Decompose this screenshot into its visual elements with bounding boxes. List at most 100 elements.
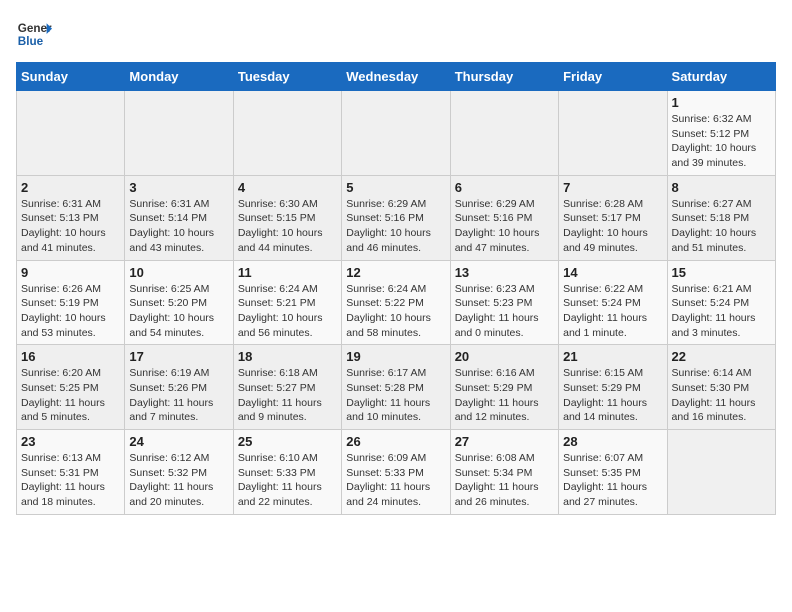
calendar-cell: 9 Sunrise: 6:26 AM Sunset: 5:19 PM Daylig… [17,260,125,345]
day-number: 16 [21,349,120,364]
day-number: 5 [346,180,445,195]
day-info: Sunrise: 6:12 AM Sunset: 5:32 PM Dayligh… [129,451,228,510]
day-number: 10 [129,265,228,280]
day-info: Sunrise: 6:29 AM Sunset: 5:16 PM Dayligh… [346,197,445,256]
calendar-cell: 23 Sunrise: 6:13 AM Sunset: 5:31 PM Dayli… [17,430,125,515]
calendar-cell [233,91,341,176]
logo: General Blue [16,16,52,52]
day-info: Sunrise: 6:19 AM Sunset: 5:26 PM Dayligh… [129,366,228,425]
day-info: Sunrise: 6:20 AM Sunset: 5:25 PM Dayligh… [21,366,120,425]
day-info: Sunrise: 6:09 AM Sunset: 5:33 PM Dayligh… [346,451,445,510]
day-number: 14 [563,265,662,280]
day-info: Sunrise: 6:28 AM Sunset: 5:17 PM Dayligh… [563,197,662,256]
day-info: Sunrise: 6:31 AM Sunset: 5:14 PM Dayligh… [129,197,228,256]
day-number: 12 [346,265,445,280]
calendar-cell [342,91,450,176]
day-info: Sunrise: 6:22 AM Sunset: 5:24 PM Dayligh… [563,282,662,341]
day-info: Sunrise: 6:17 AM Sunset: 5:28 PM Dayligh… [346,366,445,425]
day-number: 11 [238,265,337,280]
day-number: 18 [238,349,337,364]
calendar-week-1: 2Sunrise: 6:31 AM Sunset: 5:13 PM Daylig… [17,175,776,260]
weekday-header-tuesday: Tuesday [233,63,341,91]
calendar-cell: 24 Sunrise: 6:12 AM Sunset: 5:32 PM Dayli… [125,430,233,515]
day-number: 2 [21,180,120,195]
day-info: Sunrise: 6:13 AM Sunset: 5:31 PM Dayligh… [21,451,120,510]
day-number: 9 [21,265,120,280]
calendar-cell: 6 Sunrise: 6:29 AM Sunset: 5:16 PM Daylig… [450,175,558,260]
calendar-cell: 26 Sunrise: 6:09 AM Sunset: 5:33 PM Dayli… [342,430,450,515]
calendar-table: SundayMondayTuesdayWednesdayThursdayFrid… [16,62,776,515]
calendar-week-4: 23 Sunrise: 6:13 AM Sunset: 5:31 PM Dayli… [17,430,776,515]
day-number: 20 [455,349,554,364]
calendar-cell: 7Sunrise: 6:28 AM Sunset: 5:17 PM Daylig… [559,175,667,260]
day-number: 21 [563,349,662,364]
calendar-cell: 2Sunrise: 6:31 AM Sunset: 5:13 PM Daylig… [17,175,125,260]
calendar-cell [17,91,125,176]
calendar-cell: 5 Sunrise: 6:29 AM Sunset: 5:16 PM Daylig… [342,175,450,260]
page-header: General Blue [16,16,776,52]
calendar-cell: 3 Sunrise: 6:31 AM Sunset: 5:14 PM Daylig… [125,175,233,260]
calendar-cell: 12 Sunrise: 6:24 AM Sunset: 5:22 PM Dayli… [342,260,450,345]
weekday-header-friday: Friday [559,63,667,91]
calendar-week-3: 16 Sunrise: 6:20 AM Sunset: 5:25 PM Dayli… [17,345,776,430]
day-number: 6 [455,180,554,195]
day-info: Sunrise: 6:08 AM Sunset: 5:34 PM Dayligh… [455,451,554,510]
calendar-cell: 25 Sunrise: 6:10 AM Sunset: 5:33 PM Dayli… [233,430,341,515]
calendar-cell [450,91,558,176]
day-info: Sunrise: 6:30 AM Sunset: 5:15 PM Dayligh… [238,197,337,256]
day-info: Sunrise: 6:15 AM Sunset: 5:29 PM Dayligh… [563,366,662,425]
calendar-header: SundayMondayTuesdayWednesdayThursdayFrid… [17,63,776,91]
calendar-cell: 1Sunrise: 6:32 AM Sunset: 5:12 PM Daylig… [667,91,775,176]
day-number: 17 [129,349,228,364]
day-number: 22 [672,349,771,364]
calendar-cell: 20 Sunrise: 6:16 AM Sunset: 5:29 PM Dayli… [450,345,558,430]
svg-text:Blue: Blue [18,35,44,48]
day-info: Sunrise: 6:23 AM Sunset: 5:23 PM Dayligh… [455,282,554,341]
calendar-cell: 11 Sunrise: 6:24 AM Sunset: 5:21 PM Dayli… [233,260,341,345]
calendar-week-2: 9 Sunrise: 6:26 AM Sunset: 5:19 PM Daylig… [17,260,776,345]
calendar-cell: 17 Sunrise: 6:19 AM Sunset: 5:26 PM Dayli… [125,345,233,430]
day-info: Sunrise: 6:29 AM Sunset: 5:16 PM Dayligh… [455,197,554,256]
day-info: Sunrise: 6:07 AM Sunset: 5:35 PM Dayligh… [563,451,662,510]
calendar-week-0: 1Sunrise: 6:32 AM Sunset: 5:12 PM Daylig… [17,91,776,176]
calendar-cell: 22 Sunrise: 6:14 AM Sunset: 5:30 PM Dayli… [667,345,775,430]
weekday-header-saturday: Saturday [667,63,775,91]
calendar-cell: 18 Sunrise: 6:18 AM Sunset: 5:27 PM Dayli… [233,345,341,430]
calendar-cell [667,430,775,515]
day-info: Sunrise: 6:10 AM Sunset: 5:33 PM Dayligh… [238,451,337,510]
day-number: 15 [672,265,771,280]
day-info: Sunrise: 6:18 AM Sunset: 5:27 PM Dayligh… [238,366,337,425]
day-info: Sunrise: 6:21 AM Sunset: 5:24 PM Dayligh… [672,282,771,341]
calendar-cell: 27 Sunrise: 6:08 AM Sunset: 5:34 PM Dayli… [450,430,558,515]
day-number: 24 [129,434,228,449]
calendar-cell: 13 Sunrise: 6:23 AM Sunset: 5:23 PM Dayli… [450,260,558,345]
logo-icon: General Blue [16,16,52,52]
calendar-cell: 21 Sunrise: 6:15 AM Sunset: 5:29 PM Dayli… [559,345,667,430]
calendar-cell: 8Sunrise: 6:27 AM Sunset: 5:18 PM Daylig… [667,175,775,260]
day-number: 28 [563,434,662,449]
calendar-cell: 19 Sunrise: 6:17 AM Sunset: 5:28 PM Dayli… [342,345,450,430]
day-number: 26 [346,434,445,449]
weekday-header-sunday: Sunday [17,63,125,91]
day-info: Sunrise: 6:24 AM Sunset: 5:22 PM Dayligh… [346,282,445,341]
day-info: Sunrise: 6:14 AM Sunset: 5:30 PM Dayligh… [672,366,771,425]
day-info: Sunrise: 6:16 AM Sunset: 5:29 PM Dayligh… [455,366,554,425]
weekday-header-monday: Monday [125,63,233,91]
day-number: 1 [672,95,771,110]
day-number: 25 [238,434,337,449]
calendar-cell: 28 Sunrise: 6:07 AM Sunset: 5:35 PM Dayli… [559,430,667,515]
day-number: 23 [21,434,120,449]
weekday-header-thursday: Thursday [450,63,558,91]
calendar-cell: 15 Sunrise: 6:21 AM Sunset: 5:24 PM Dayli… [667,260,775,345]
calendar-cell [125,91,233,176]
weekday-header-wednesday: Wednesday [342,63,450,91]
day-number: 19 [346,349,445,364]
day-number: 27 [455,434,554,449]
calendar-cell: 16 Sunrise: 6:20 AM Sunset: 5:25 PM Dayli… [17,345,125,430]
day-number: 4 [238,180,337,195]
calendar-cell: 10Sunrise: 6:25 AM Sunset: 5:20 PM Dayli… [125,260,233,345]
day-number: 3 [129,180,228,195]
day-info: Sunrise: 6:24 AM Sunset: 5:21 PM Dayligh… [238,282,337,341]
day-info: Sunrise: 6:26 AM Sunset: 5:19 PM Dayligh… [21,282,120,341]
day-number: 13 [455,265,554,280]
